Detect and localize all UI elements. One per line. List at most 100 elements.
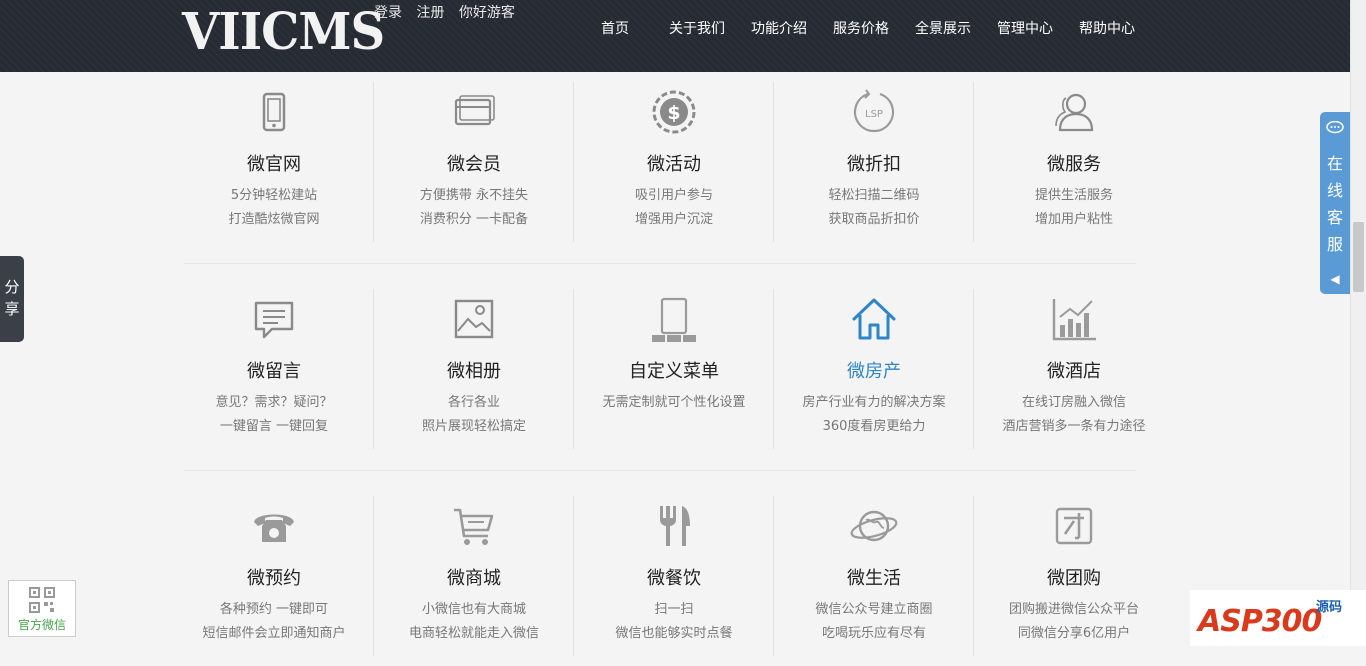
share-label: 分享 [4, 278, 20, 318]
cart-icon [450, 502, 498, 550]
feature-desc: 同微信分享6亿用户 [1017, 626, 1131, 641]
feature-title: 微酒店 [1047, 361, 1101, 382]
feature-weifuwu[interactable]: 微服务 提供生活服务 增加用户粘性 [973, 82, 1174, 242]
official-wechat-label: 官方微信 [17, 618, 66, 632]
feature-weixiangce[interactable]: 微相册 各行各业 照片展现轻松搞定 [373, 289, 574, 449]
feature-title: 微相册 [447, 361, 501, 382]
feature-desc: 增强用户沉淀 [634, 212, 713, 227]
feature-weishangcheng[interactable]: 微商城 小微信也有大商城 电商轻松就能走入微信 [373, 496, 574, 656]
nav-home[interactable]: 首页 [601, 18, 629, 38]
message-icon [250, 295, 298, 343]
register-link[interactable]: 注册 [416, 5, 444, 21]
feature-title: 微生活 [847, 568, 901, 589]
house-icon [850, 295, 898, 343]
feature-desc: 提供生活服务 [1034, 188, 1113, 203]
feature-desc: 房产行业有力的解决方案 [802, 395, 946, 410]
feature-title: 微房产 [847, 361, 901, 382]
feature-weihuodong[interactable]: $ 微活动 吸引用户参与 增强用户沉淀 [573, 82, 774, 242]
feature-weijiudian[interactable]: 微酒店 在线订房融入微信 酒店营销多一条有力途径 [973, 289, 1174, 449]
feature-desc: 小微信也有大商城 [421, 602, 526, 617]
feature-custom-menu[interactable]: 自定义菜单 无需定制就可个性化设置 [573, 289, 774, 449]
feature-desc: 意见？需求？疑问？ [215, 395, 333, 410]
nav-help[interactable]: 帮助中心 [1079, 18, 1135, 38]
feature-row: 微预约 各种预约 一键即可 短信邮件会立即通知商户 微商城 小微信也有大商城 电… [174, 496, 1174, 666]
feature-row: 微官网 5分钟轻松建站 打造酷炫微官网 微会员 方便携带 永不挂失 消费积分 一… [174, 82, 1174, 252]
feature-weiguanwang[interactable]: 微官网 5分钟轻松建站 打造酷炫微官网 [174, 82, 374, 242]
site-logo[interactable]: VIICMS [182, 3, 385, 62]
feature-row: 微留言 意见？需求？疑问？ 一键留言 一键回复 微相册 各行各业 照片展现轻松搞… [174, 289, 1174, 459]
feature-desc: 一键留言 一键回复 [219, 419, 329, 434]
feature-title: 微餐饮 [647, 568, 701, 589]
feature-title: 微预约 [247, 568, 301, 589]
row-divider [184, 470, 1136, 471]
official-wechat-widget[interactable]: 官方微信 [8, 580, 76, 637]
photo-icon [450, 295, 498, 343]
chat-bubble-icon [1326, 120, 1344, 134]
nav-admin[interactable]: 管理中心 [997, 18, 1053, 38]
feature-weifangchan[interactable]: 微房产 房产行业有力的解决方案 360度看房更给力 [773, 289, 974, 449]
feature-weiliuyan[interactable]: 微留言 意见？需求？疑问？ 一键留言 一键回复 [174, 289, 374, 449]
login-link[interactable]: 登录 [374, 5, 402, 21]
fork-knife-icon [650, 502, 698, 550]
brand-sub: 源码 [1316, 600, 1343, 615]
feature-desc: 酒店营销多一条有力途径 [1002, 419, 1146, 434]
nav-about[interactable]: 关于我们 [669, 18, 725, 38]
feature-desc: 照片展现轻松搞定 [421, 419, 526, 434]
feature-desc: 打造酷炫微官网 [228, 212, 320, 227]
top-header: VIICMS 登录 注册 你好游客 首页 关于我们 功能介绍 服务价格 全景展示… [0, 0, 1350, 72]
feature-weishenghuo[interactable]: 微生活 微信公众号建立商圈 吃喝玩乐应有尽有 [773, 496, 974, 656]
chart-icon [1050, 295, 1098, 343]
row-divider [184, 263, 1136, 264]
group-buy-icon [1050, 502, 1098, 550]
feature-desc: 360度看房更给力 [822, 419, 926, 434]
feature-desc: 团购搬进微信公众平台 [1008, 602, 1139, 617]
feature-weiyuyue[interactable]: 微预约 各种预约 一键即可 短信邮件会立即通知商户 [174, 496, 374, 656]
feature-title: 自定义菜单 [629, 361, 719, 382]
nav-features[interactable]: 功能介绍 [751, 18, 807, 38]
menu-device-icon [650, 295, 698, 343]
feature-title: 微官网 [247, 154, 301, 175]
planet-icon [850, 502, 898, 550]
feature-desc: 消费积分 一卡配备 [419, 212, 529, 227]
discount-icon: LSP [850, 88, 898, 136]
feature-title: 微留言 [247, 361, 301, 382]
feature-title: 微活动 [647, 154, 701, 175]
feature-title: 微折扣 [847, 154, 901, 175]
phone-icon [250, 88, 298, 136]
feature-title: 微会员 [447, 154, 501, 175]
feature-desc: 无需定制就可个性化设置 [602, 395, 746, 410]
feature-weicanyin[interactable]: 微餐饮 扫一扫 微信也能够实时点餐 [573, 496, 774, 656]
feature-desc: 短信邮件会立即通知商户 [202, 626, 346, 641]
asp300-watermark: ASP300 源码 [1190, 590, 1366, 646]
feature-desc: 扫一扫 [654, 602, 694, 617]
auth-links: 登录 注册 你好游客 [374, 2, 525, 22]
feature-desc: 电商轻松就能走入微信 [408, 626, 539, 641]
feature-weihuiyuan[interactable]: 微会员 方便携带 永不挂失 消费积分 一卡配备 [373, 82, 574, 242]
feature-title: 微商城 [447, 568, 501, 589]
svg-text:LSP: LSP [865, 109, 883, 120]
nav-panorama[interactable]: 全景展示 [915, 18, 971, 38]
qr-code-icon [29, 587, 55, 613]
nav-pricing[interactable]: 服务价格 [833, 18, 889, 38]
svg-text:$: $ [667, 102, 680, 124]
guest-greeting: 你好游客 [458, 5, 515, 21]
online-service-tab[interactable]: 在线客服 ◀ [1320, 112, 1350, 294]
feature-weizhekou[interactable]: LSP 微折扣 轻松扫描二维码 获取商品折扣价 [773, 82, 974, 242]
online-service-label: 在线客服 [1327, 154, 1344, 254]
feature-desc: 吸引用户参与 [634, 188, 713, 203]
feature-title: 微团购 [1047, 568, 1101, 589]
feature-desc: 微信也能够实时点餐 [615, 626, 733, 641]
feature-desc: 在线订房融入微信 [1021, 395, 1126, 410]
feature-desc: 各种预约 一键即可 [219, 602, 329, 617]
telephone-icon [250, 502, 298, 550]
feature-desc: 微信公众号建立商圈 [815, 602, 933, 617]
feature-title: 微服务 [1047, 154, 1101, 175]
scrollbar-thumb[interactable] [1353, 222, 1364, 292]
page-scrollbar[interactable] [1350, 0, 1366, 646]
feature-weituangou[interactable]: 微团购 团购搬进微信公众平台 同微信分享6亿用户 [973, 496, 1174, 656]
feature-desc: 吃喝玩乐应有尽有 [821, 626, 926, 641]
share-tab[interactable]: 分享 [0, 256, 24, 342]
feature-desc: 轻松扫描二维码 [828, 188, 920, 203]
collapse-arrow-icon[interactable]: ◀ [1320, 272, 1350, 286]
member-card-icon [450, 88, 498, 136]
